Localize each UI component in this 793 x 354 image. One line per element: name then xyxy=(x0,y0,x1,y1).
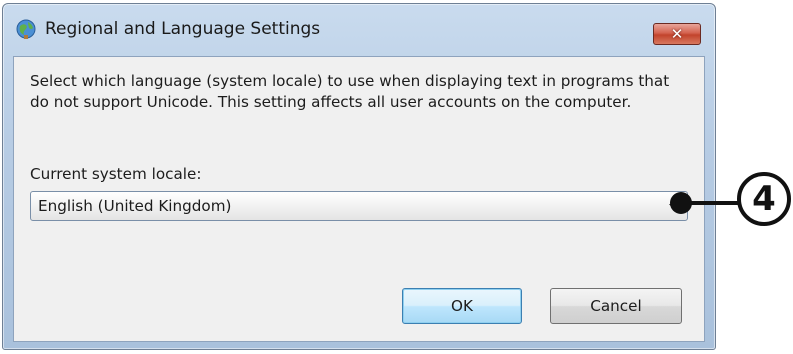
description-text: Select which language (system locale) to… xyxy=(30,72,670,111)
window-title: Regional and Language Settings xyxy=(45,19,321,39)
dialog-content: Select which language (system locale) to… xyxy=(13,56,705,342)
globe-icon xyxy=(16,19,36,39)
locale-label: Current system locale: xyxy=(30,165,202,183)
callout-dot xyxy=(670,192,692,214)
dialog-window: Regional and Language Settings ✕ Select … xyxy=(2,3,716,350)
title-bar[interactable]: Regional and Language Settings ✕ xyxy=(3,4,715,56)
callout-number-badge: 4 xyxy=(737,172,791,226)
ok-button[interactable]: OK xyxy=(402,288,522,324)
cancel-button[interactable]: Cancel xyxy=(550,288,682,324)
locale-selected-value: English (United Kingdom) xyxy=(38,197,232,215)
close-icon: ✕ xyxy=(670,24,684,43)
close-button[interactable]: ✕ xyxy=(653,23,701,45)
system-locale-dropdown[interactable]: English (United Kingdom) xyxy=(30,191,688,221)
